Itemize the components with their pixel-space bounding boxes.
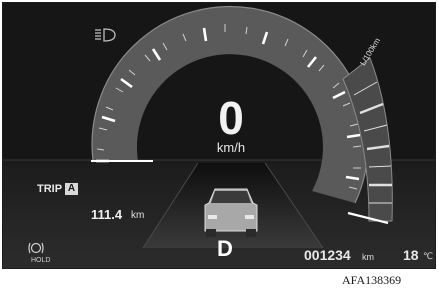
trip-unit: km <box>131 210 145 221</box>
temperature-unit: ℃ <box>423 251 434 261</box>
figure-caption: AFA138369 <box>342 273 402 287</box>
odometer-unit: km <box>362 252 374 262</box>
instrument-cluster: 0 km/h L/100km TRIP A 111.4 km D 001234 … <box>2 2 436 269</box>
trip-badge: A <box>65 183 78 195</box>
speed-readout: 0 <box>218 92 244 144</box>
hold-label: HOLD <box>31 257 51 264</box>
vehicle-icon <box>204 188 258 237</box>
trip-value: 111.4 <box>91 207 123 222</box>
speed-unit: km/h <box>216 140 246 155</box>
headlight-icon <box>95 28 116 42</box>
trip-label: TRIP <box>37 183 63 195</box>
gear-indicator: D <box>217 236 233 261</box>
temperature-value: 18 <box>403 247 419 263</box>
odometer-value: 001234 <box>304 247 351 263</box>
